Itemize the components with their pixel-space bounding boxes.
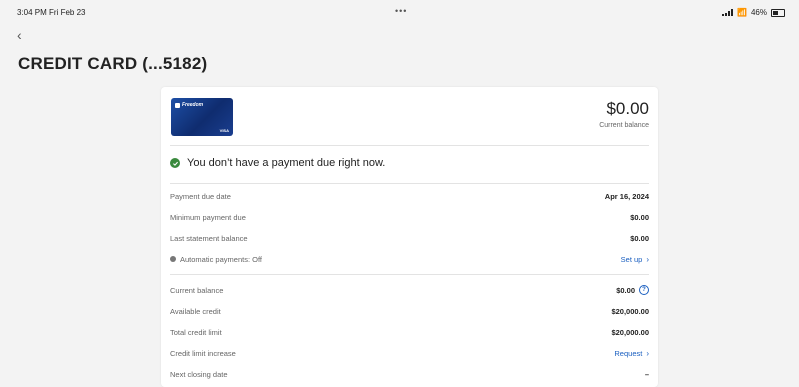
row-value: Apr 16, 2024	[604, 191, 649, 201]
bank-logo-icon	[175, 102, 180, 108]
divider	[170, 145, 649, 146]
row-value: $0.00	[630, 233, 649, 243]
page-title: CREDIT CARD (...5182)	[18, 54, 208, 73]
row-value: $20,000.00	[611, 306, 649, 316]
link-label: Request	[614, 348, 643, 358]
row-label: Credit limit increase	[170, 348, 236, 358]
next-closing-date-row: Next closing date –	[170, 367, 649, 381]
row-label: Last statement balance	[170, 233, 248, 243]
current-balance-row: Current balance $0.00 ?	[170, 283, 649, 297]
row-value: $0.00	[630, 212, 649, 222]
status-time-date: 3:04 PM Fri Feb 23	[17, 8, 86, 17]
row-value: $20,000.00	[611, 327, 649, 337]
row-value: $0.00	[616, 285, 635, 295]
current-balance-label: Current balance	[599, 122, 649, 129]
current-balance-value: $0.00 ?	[616, 285, 649, 295]
payment-status-text: You don’t have a payment due right now.	[187, 157, 386, 169]
wifi-icon: 📶	[737, 8, 747, 17]
chevron-right-icon: ›	[646, 254, 649, 264]
payment-status-banner: You don’t have a payment due right now.	[170, 157, 385, 169]
row-label: Payment due date	[170, 191, 231, 201]
total-credit-limit-row: Total credit limit $20,000.00	[170, 325, 649, 339]
divider	[170, 274, 649, 275]
row-value: –	[644, 369, 649, 379]
row-label: Current balance	[170, 285, 224, 295]
signal-icon	[722, 9, 734, 16]
automatic-payments-label: Automatic payments: Off	[170, 255, 262, 264]
account-panel: Freedom VISA $0.00 Current balance You d…	[161, 87, 658, 387]
payment-due-date-row: Payment due date Apr 16, 2024	[170, 189, 649, 203]
multitask-dots-icon[interactable]: •••	[395, 6, 407, 16]
info-icon[interactable]: ?	[639, 285, 649, 295]
row-label: Total credit limit	[170, 327, 222, 337]
row-label: Available credit	[170, 306, 221, 316]
current-balance-amount: $0.00	[606, 99, 649, 118]
minimum-payment-row: Minimum payment due $0.00	[170, 210, 649, 224]
link-label: Set up	[620, 254, 643, 264]
row-label: Minimum payment due	[170, 212, 246, 222]
back-chevron-icon[interactable]: ‹	[17, 26, 31, 44]
row-label: Next closing date	[170, 369, 228, 379]
card-brand: Freedom	[175, 102, 203, 108]
battery-percent: 46%	[750, 8, 767, 17]
set-up-autopay-link[interactable]: Set up ›	[621, 255, 649, 264]
card-brand-label: Freedom	[182, 102, 204, 108]
chevron-right-icon: ›	[646, 348, 649, 358]
available-credit-row: Available credit $20,000.00	[170, 304, 649, 318]
last-statement-balance-row: Last statement balance $0.00	[170, 231, 649, 245]
battery-icon	[771, 8, 785, 17]
status-bar: 3:04 PM Fri Feb 23 ••• 📶 46%	[0, 0, 799, 22]
card-network: VISA	[219, 128, 229, 133]
divider	[170, 183, 649, 184]
credit-card-image: Freedom VISA	[171, 98, 233, 136]
request-credit-increase-link[interactable]: Request ›	[614, 349, 649, 358]
automatic-payments-row: Automatic payments: Off Set up ›	[170, 252, 649, 266]
check-circle-icon	[170, 158, 180, 168]
status-indicators: 📶 46%	[722, 8, 785, 17]
status-dot-icon	[170, 256, 176, 262]
credit-limit-increase-row: Credit limit increase Request ›	[170, 346, 649, 360]
row-label: Automatic payments: Off	[180, 254, 262, 264]
